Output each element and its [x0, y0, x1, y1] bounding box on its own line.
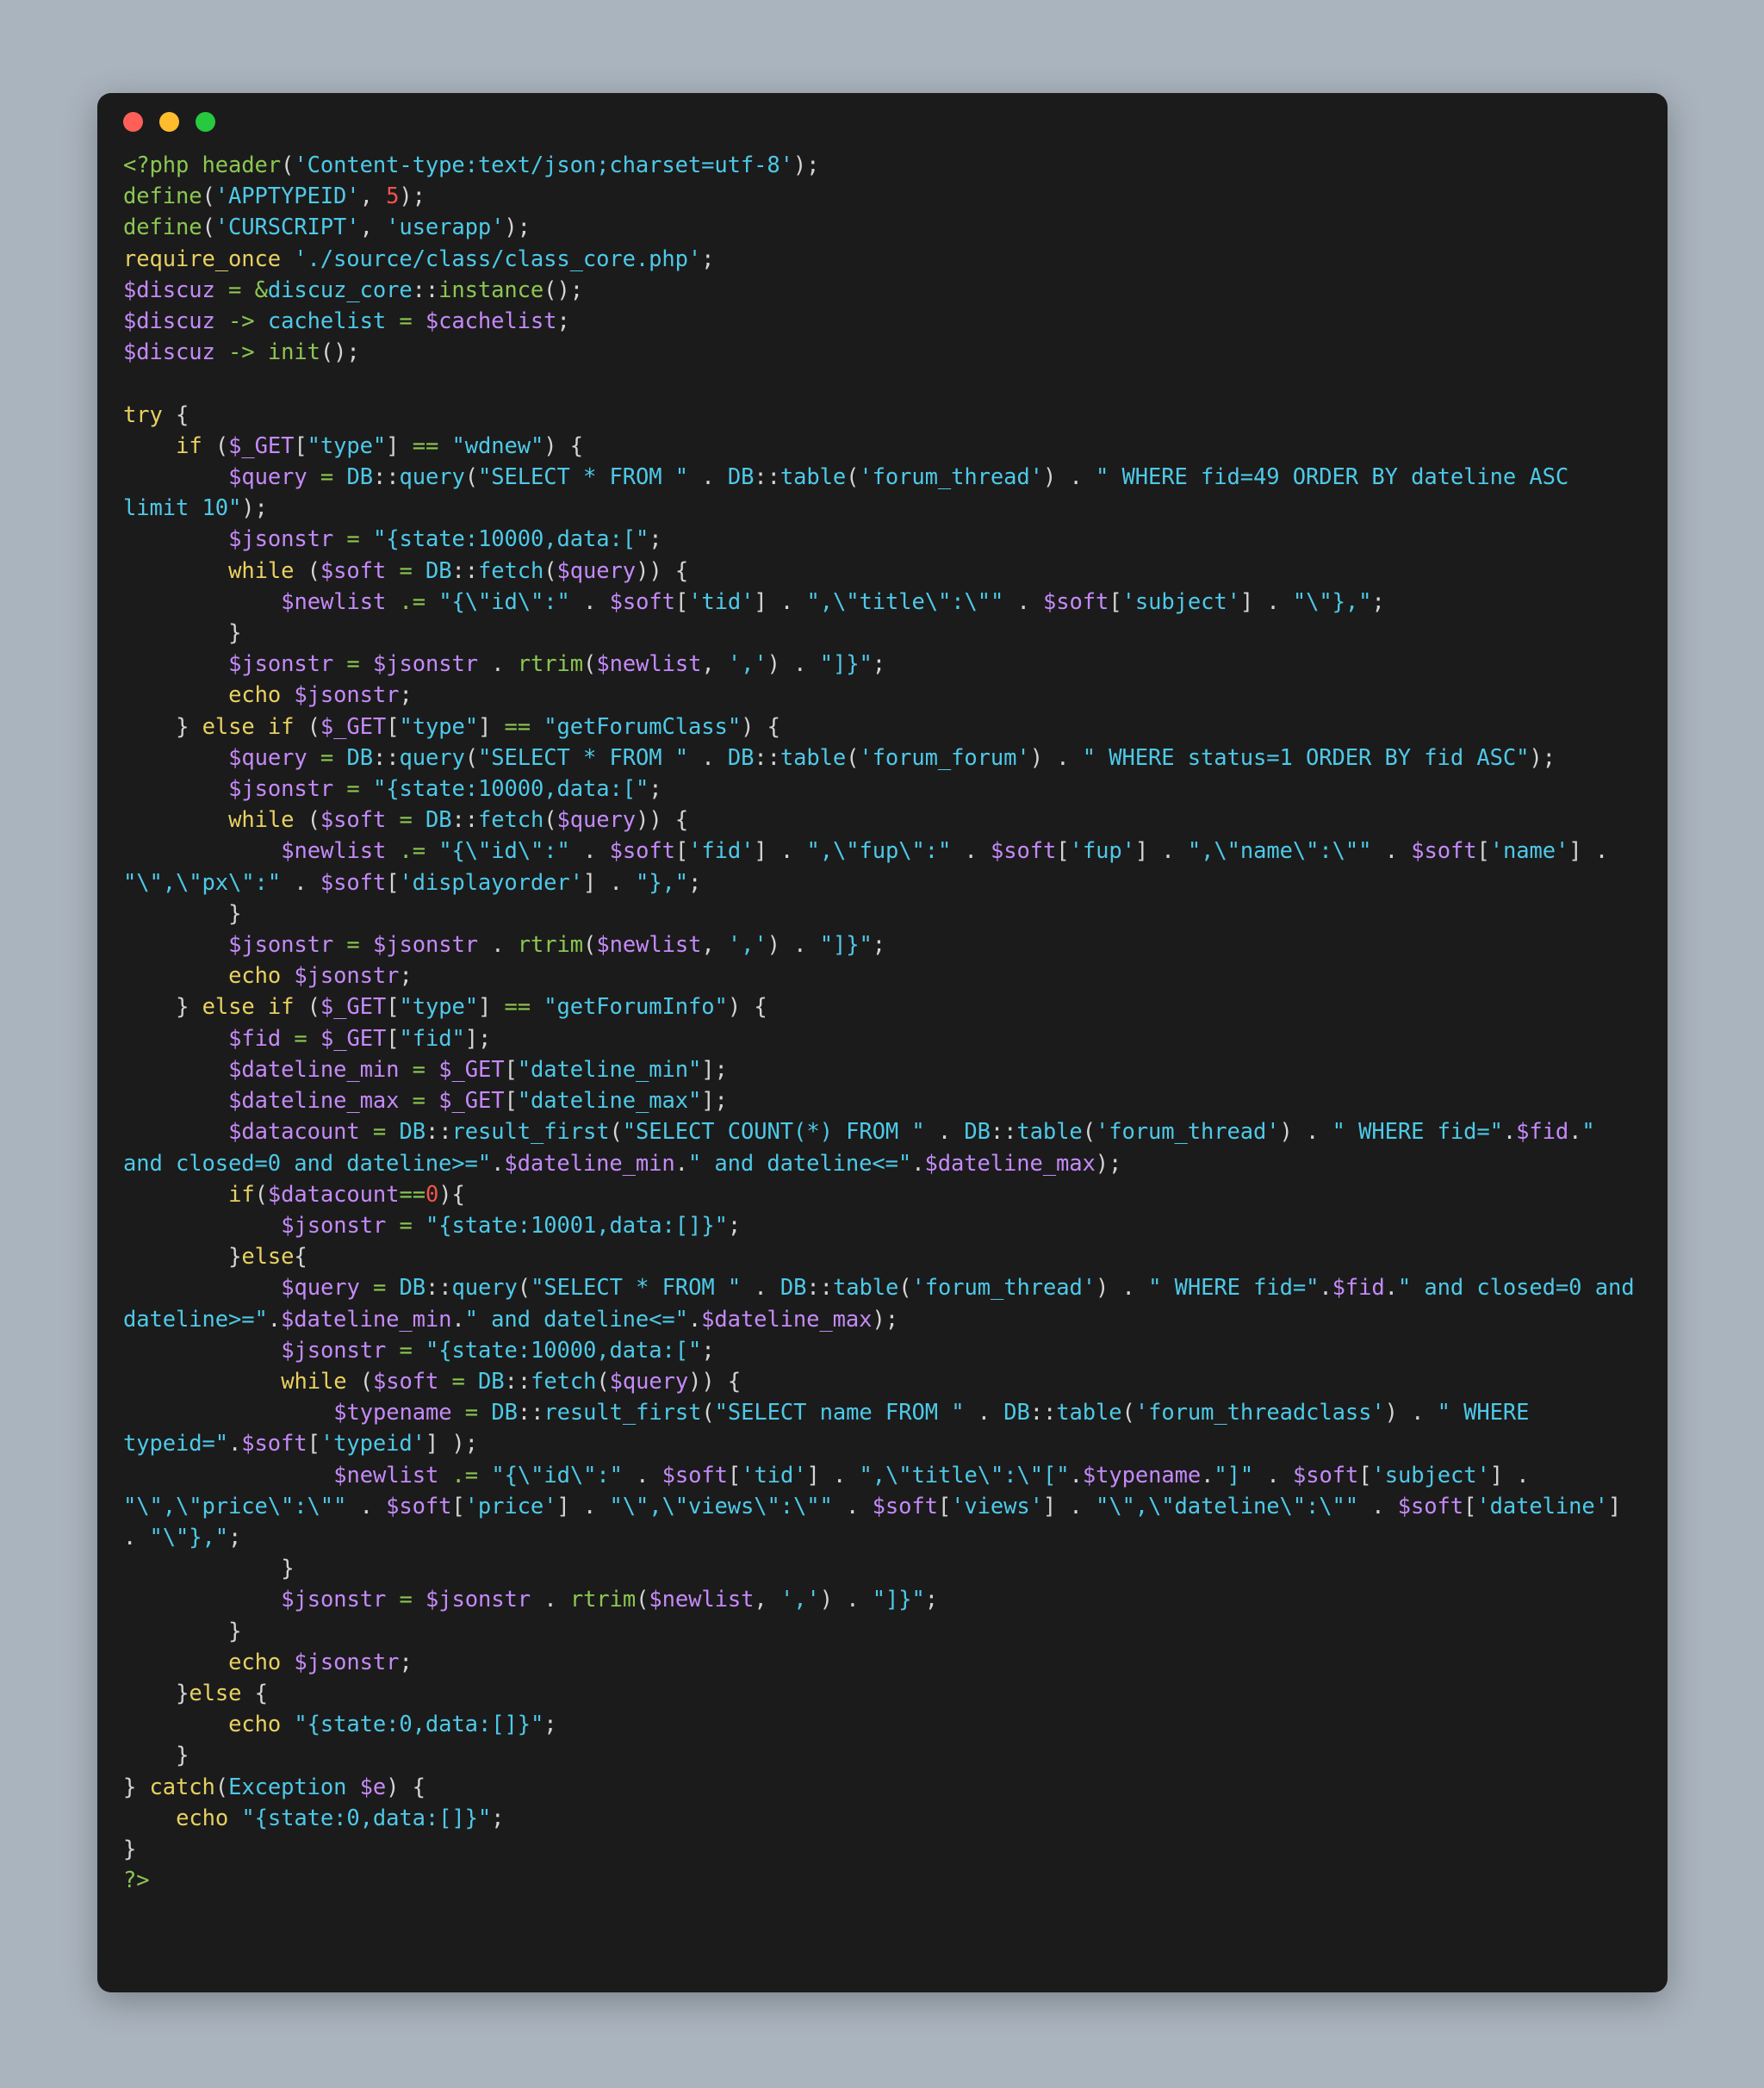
code-line: while ($soft = DB::fetch($query)) {	[228, 557, 689, 584]
code-content[interactable]: <?php header('Content-type:text/json;cha…	[97, 150, 1668, 1896]
code-line: $jsonstr = $jsonstr . rtrim($newlist, ',…	[281, 1587, 939, 1613]
code-line: $newlist .= "{\"id\":" . $soft['fid'] . …	[123, 838, 1609, 896]
code-line: $jsonstr = "{state:10001,data:[]}";	[281, 1212, 742, 1239]
code-line: $jsonstr = $jsonstr . rtrim($newlist, ',…	[228, 651, 885, 678]
code-line: $jsonstr = "{state:10000,data:[";	[228, 526, 662, 553]
code-line: echo $jsonstr;	[228, 963, 413, 990]
code-line: $discuz = &discuz_core::instance();	[123, 277, 583, 303]
code-line: $query = DB::query("SELECT * FROM " . DB…	[228, 744, 1556, 771]
code-line: if($datacount==0){	[228, 1181, 465, 1208]
code-line: if ($_GET["type"] == "wdnew") {	[176, 432, 584, 459]
code-line: $newlist .= "{\"id\":" . $soft['tid'] . …	[281, 588, 1385, 615]
code-line: try {	[123, 401, 189, 428]
maximize-button[interactable]	[196, 111, 215, 132]
code-line: echo $jsonstr;	[228, 1649, 413, 1675]
code-line: echo $jsonstr;	[228, 682, 413, 709]
minimize-button[interactable]	[159, 111, 179, 132]
code-line: $discuz -> cachelist = $cachelist;	[123, 308, 570, 335]
code-line: define('APPTYPEID', 5);	[123, 183, 425, 210]
code-line: }	[176, 1743, 189, 1769]
code-line: }	[123, 1836, 137, 1862]
code-line: $jsonstr = "{state:10000,data:[";	[228, 776, 662, 803]
code-line: require_once './source/class/class_core.…	[123, 245, 715, 272]
code-line: while ($soft = DB::fetch($query)) {	[281, 1368, 742, 1395]
code-line: <?php header('Content-type:text/json;cha…	[123, 152, 820, 178]
code-line: $query = DB::query("SELECT * FROM " . DB…	[123, 464, 1582, 522]
code-line: $dateline_max = $_GET["dateline_max"];	[228, 1088, 728, 1115]
code-editor-window: <?php header('Content-type:text/json;cha…	[97, 93, 1668, 1992]
code-line: $jsonstr = $jsonstr . rtrim($newlist, ',…	[228, 932, 885, 959]
code-line: echo "{state:0,data:[]}";	[176, 1805, 505, 1831]
code-line: $discuz -> init();	[123, 339, 360, 366]
code-line: ?>	[123, 1867, 150, 1894]
code-line: }	[228, 900, 242, 927]
code-line: }	[228, 1618, 242, 1644]
code-line: $dateline_min = $_GET["dateline_min"];	[228, 1056, 728, 1083]
code-line: $newlist .= "{\"id\":" . $soft['tid'] . …	[123, 1462, 1622, 1550]
code-line: $fid = $_GET["fid"];	[228, 1025, 492, 1052]
code-line: } else if ($_GET["type"] == "getForumInf…	[176, 994, 767, 1021]
code-line: $jsonstr = "{state:10000,data:[";	[281, 1337, 715, 1364]
code-line: $query = DB::query("SELECT * FROM " . DB…	[123, 1275, 1648, 1333]
code-line: define('CURSCRIPT', 'userapp');	[123, 214, 531, 241]
code-line: } else if ($_GET["type"] == "getForumCla…	[176, 713, 780, 740]
window-titlebar	[97, 93, 1668, 150]
close-button[interactable]	[123, 111, 143, 132]
page-root: <?php header('Content-type:text/json;cha…	[0, 0, 1764, 2088]
code-line: }else{	[228, 1244, 307, 1271]
code-line: }	[281, 1556, 295, 1582]
code-line: $typename = DB::result_first("SELECT nam…	[123, 1400, 1543, 1457]
code-line: echo "{state:0,data:[]}";	[228, 1712, 557, 1738]
code-line: $datacount = DB::result_first("SELECT CO…	[123, 1119, 1608, 1177]
code-line: while ($soft = DB::fetch($query)) {	[228, 807, 689, 834]
code-line: } catch(Exception $e) {	[123, 1774, 425, 1800]
code-line: }	[228, 620, 242, 647]
code-line: }else {	[176, 1680, 268, 1706]
